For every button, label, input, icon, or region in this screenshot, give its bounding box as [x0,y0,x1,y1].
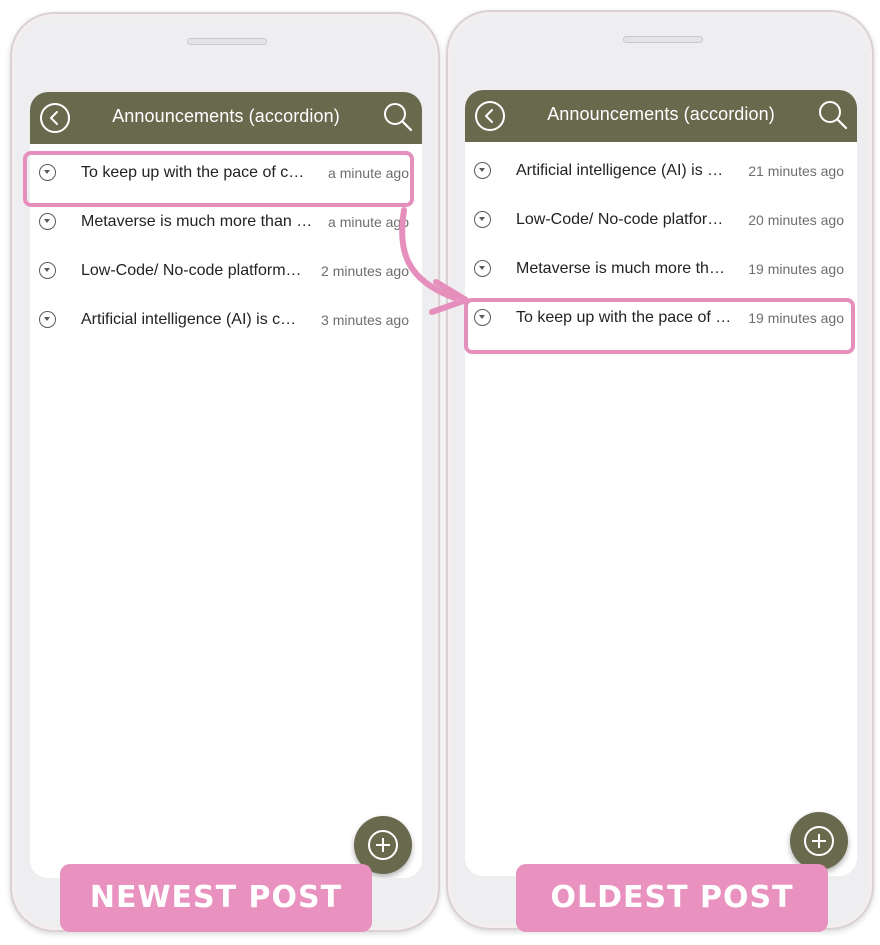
newest-post-caption: NEWEST POST [60,864,372,932]
move-arrow-icon [399,207,469,315]
oldest-post-caption: OLDEST POST [516,864,828,932]
